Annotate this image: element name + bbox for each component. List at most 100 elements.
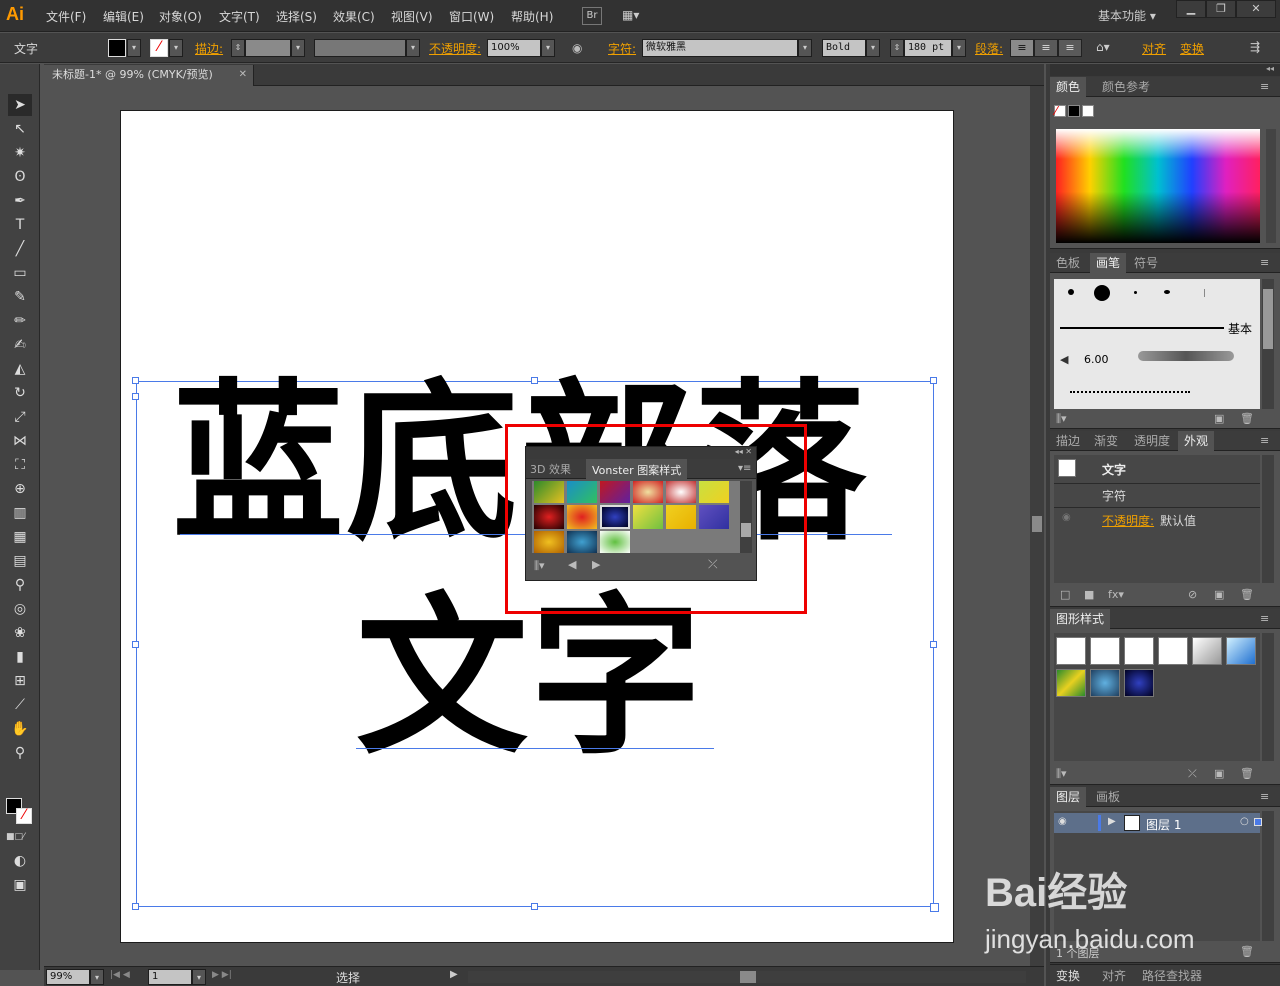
restore-button[interactable]: ❐ xyxy=(1206,0,1236,18)
tab-color-guide[interactable]: 颜色参考 xyxy=(1096,77,1156,97)
tab-transparency[interactable]: 透明度 xyxy=(1128,431,1176,451)
align-right-icon[interactable]: ≡ xyxy=(1058,39,1082,57)
zoom-dropdown[interactable]: ▾ xyxy=(90,969,104,985)
menu-file[interactable]: 文件(F) xyxy=(46,8,86,25)
zoom-tool-icon[interactable]: ⚲ xyxy=(8,742,32,764)
style-pattern-green[interactable] xyxy=(1056,669,1086,697)
arrange-documents-icon[interactable]: ▦▾ xyxy=(622,8,650,24)
text-in-port[interactable] xyxy=(132,393,139,400)
workspace-switcher[interactable]: 基本功能 ▾ xyxy=(1098,7,1156,24)
close-window-button[interactable]: ✕ xyxy=(1236,0,1276,18)
zoom-field[interactable]: 99% xyxy=(46,969,90,985)
stroke-stepper[interactable]: ⇕ xyxy=(231,39,245,57)
layer-target-icon[interactable]: ○ xyxy=(1240,816,1249,827)
tab-transform[interactable]: 变换 xyxy=(1050,966,1086,986)
handle-middle-left[interactable] xyxy=(132,641,139,648)
blob-brush-tool-icon[interactable]: ✍ xyxy=(8,334,32,356)
fill-dropdown[interactable]: ▾ xyxy=(127,39,141,57)
style-pattern-blue[interactable] xyxy=(1090,669,1120,697)
hand-tool-icon[interactable]: ✋ xyxy=(8,718,32,740)
column-graph-tool-icon[interactable]: ▮ xyxy=(8,646,32,668)
fill-swatch[interactable] xyxy=(108,39,126,57)
rotate-tool-icon[interactable]: ↻ xyxy=(8,382,32,404)
horizontal-scrollbar[interactable] xyxy=(468,971,1026,983)
tab-brushes[interactable]: 画笔 xyxy=(1090,253,1127,273)
transform-label[interactable]: 变换 xyxy=(1180,40,1204,57)
style-default[interactable] xyxy=(1056,637,1086,665)
artboard-tool-icon[interactable]: ⊞ xyxy=(8,670,32,692)
color-panel-menu-icon[interactable]: ≡ xyxy=(1260,80,1269,93)
brush-scroll-thumb[interactable] xyxy=(1263,289,1273,349)
style-white[interactable] xyxy=(1124,637,1154,665)
align-label[interactable]: 对齐 xyxy=(1142,40,1166,57)
selection-tool-icon[interactable]: ➤ xyxy=(8,94,32,116)
tab-graphic-styles[interactable]: 图形样式 xyxy=(1050,609,1111,629)
eraser-tool-icon[interactable]: ◭ xyxy=(8,358,32,380)
font-family-field[interactable]: 微软雅黑 xyxy=(642,39,798,57)
style-no-stroke[interactable] xyxy=(1090,637,1120,665)
brushes-menu-icon[interactable]: ≡ xyxy=(1260,256,1269,269)
first-artboard-icon[interactable]: |◀ ◀ xyxy=(110,970,130,980)
color-spectrum[interactable] xyxy=(1056,129,1260,243)
screen-mode-icon[interactable]: ▣ xyxy=(8,874,32,896)
duplicate-item-icon[interactable]: ▣ xyxy=(1214,588,1224,601)
color-panel-scrollbar[interactable] xyxy=(1266,129,1276,243)
clear-appearance-icon[interactable]: ⊘ xyxy=(1188,588,1197,601)
opacity-dropdown[interactable]: ▾ xyxy=(541,39,555,57)
white-color-chip[interactable] xyxy=(1082,105,1094,117)
appearance-menu-icon[interactable]: ≡ xyxy=(1260,434,1269,447)
mesh-tool-icon[interactable]: ▦ xyxy=(8,526,32,548)
artboard-dropdown[interactable]: ▾ xyxy=(192,969,206,985)
line-tool-icon[interactable]: ╱ xyxy=(8,238,32,260)
tab-symbols[interactable]: 符号 xyxy=(1128,253,1164,273)
dock-collapse-bar[interactable]: ◂◂ xyxy=(1050,64,1280,76)
delete-item-icon[interactable]: 🗑 xyxy=(1240,588,1254,601)
width-tool-icon[interactable]: ⋈ xyxy=(8,430,32,452)
align-center-icon[interactable]: ≡ xyxy=(1034,39,1058,57)
envelope-icon[interactable]: ⌂▾ xyxy=(1096,40,1110,54)
last-artboard-icon[interactable]: ▶ ▶| xyxy=(212,970,232,980)
status-menu-arrow[interactable]: ▶ xyxy=(450,969,458,980)
drawing-mode-icon[interactable]: ◐ xyxy=(8,850,32,872)
paintbrush-tool-icon[interactable]: ✎ xyxy=(8,286,32,308)
break-style-link-icon[interactable]: ⤫ xyxy=(1188,767,1197,781)
shape-builder-tool-icon[interactable]: ⊕ xyxy=(8,478,32,500)
stroke-none-swatch[interactable]: ⁄ xyxy=(150,39,168,57)
style-pattern-navy[interactable] xyxy=(1124,669,1154,697)
horizontal-scroll-thumb[interactable] xyxy=(740,971,756,983)
handle-bottom-left[interactable] xyxy=(132,903,139,910)
art-brush-stroke[interactable] xyxy=(1138,351,1234,361)
handle-bottom-center[interactable] xyxy=(531,903,538,910)
menu-effect[interactable]: 效果(C) xyxy=(333,8,375,25)
graphic-styles-scrollbar[interactable] xyxy=(1262,633,1274,761)
stroke-color-icon[interactable]: ⁄ xyxy=(16,808,32,824)
font-style-field[interactable]: Bold xyxy=(822,39,866,57)
stroke-label[interactable]: 描边: xyxy=(195,40,223,57)
brush-dot-small[interactable] xyxy=(1068,289,1074,295)
stroke-dropdown[interactable]: ▾ xyxy=(169,39,183,57)
none-color-icon[interactable]: ⁄ xyxy=(1054,105,1066,117)
close-tab-icon[interactable]: ✕ xyxy=(239,65,247,85)
tab-align[interactable]: 对齐 xyxy=(1096,966,1132,986)
blend-tool-icon[interactable]: ◎ xyxy=(8,598,32,620)
style-gradient-blue[interactable] xyxy=(1226,637,1256,665)
handle-bottom-right[interactable] xyxy=(930,903,939,912)
graphic-styles-menu-icon[interactable]: ≡ xyxy=(1260,612,1269,625)
style-gradient-gray[interactable] xyxy=(1192,637,1222,665)
tab-layers[interactable]: 图层 xyxy=(1050,787,1087,807)
style-shadow[interactable] xyxy=(1158,637,1188,665)
variable-width-dropdown[interactable]: ▾ xyxy=(406,39,420,57)
slice-tool-icon[interactable]: ⟋ xyxy=(8,694,32,716)
type-tool-icon[interactable]: T xyxy=(8,214,32,236)
tab-pathfinder[interactable]: 路径查找器 xyxy=(1136,966,1208,986)
appearance-opacity-label[interactable]: 不透明度: xyxy=(1102,512,1154,529)
delete-brush-icon[interactable]: 🗑 xyxy=(1240,412,1254,425)
magic-wand-tool-icon[interactable]: ✷ xyxy=(8,142,32,164)
brush-library-icon[interactable]: ⫼▾ xyxy=(1056,412,1067,426)
layer-row[interactable]: ◉ ▶ 图层 1 ○ xyxy=(1054,813,1262,833)
layer-expand-arrow-icon[interactable]: ▶ xyxy=(1108,816,1116,827)
control-menu-icon[interactable]: ⇶ xyxy=(1250,40,1260,54)
menu-help[interactable]: 帮助(H) xyxy=(511,8,553,25)
free-transform-tool-icon[interactable]: ⛶ xyxy=(8,454,32,476)
minimize-button[interactable]: ▁ xyxy=(1176,0,1206,18)
